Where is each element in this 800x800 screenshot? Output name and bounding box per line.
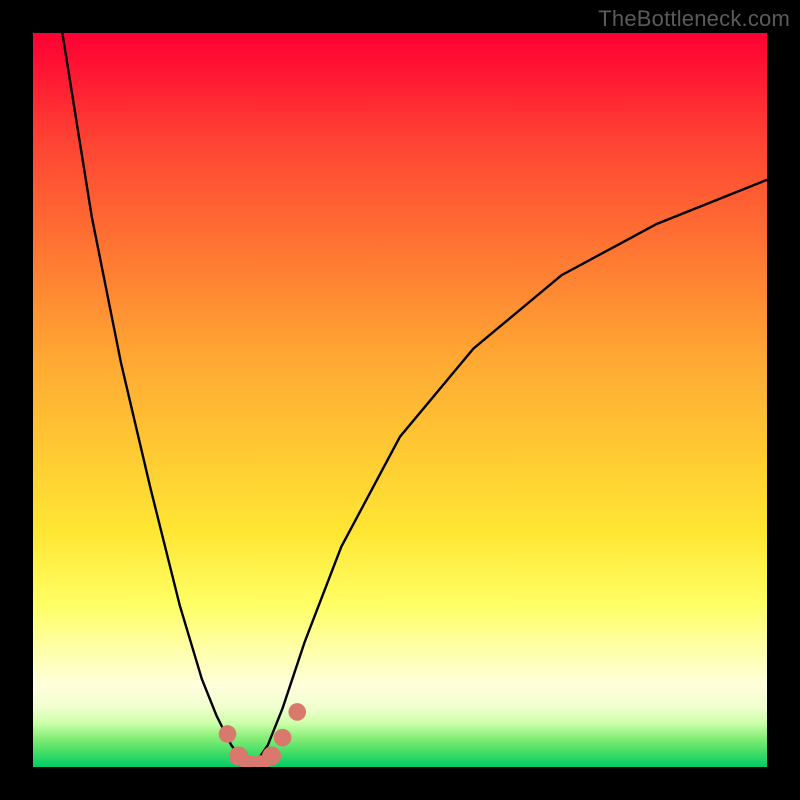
marker-point bbox=[262, 746, 281, 765]
marker-point bbox=[288, 703, 306, 721]
curve-right-branch bbox=[253, 180, 767, 767]
marker-group bbox=[219, 703, 306, 767]
chart-svg bbox=[33, 33, 767, 767]
curve-left-branch bbox=[62, 33, 253, 767]
plot-area bbox=[33, 33, 767, 767]
chart-frame: TheBottleneck.com bbox=[0, 0, 800, 800]
marker-point bbox=[274, 729, 292, 747]
marker-point bbox=[219, 725, 237, 743]
watermark-text: TheBottleneck.com bbox=[598, 6, 790, 32]
